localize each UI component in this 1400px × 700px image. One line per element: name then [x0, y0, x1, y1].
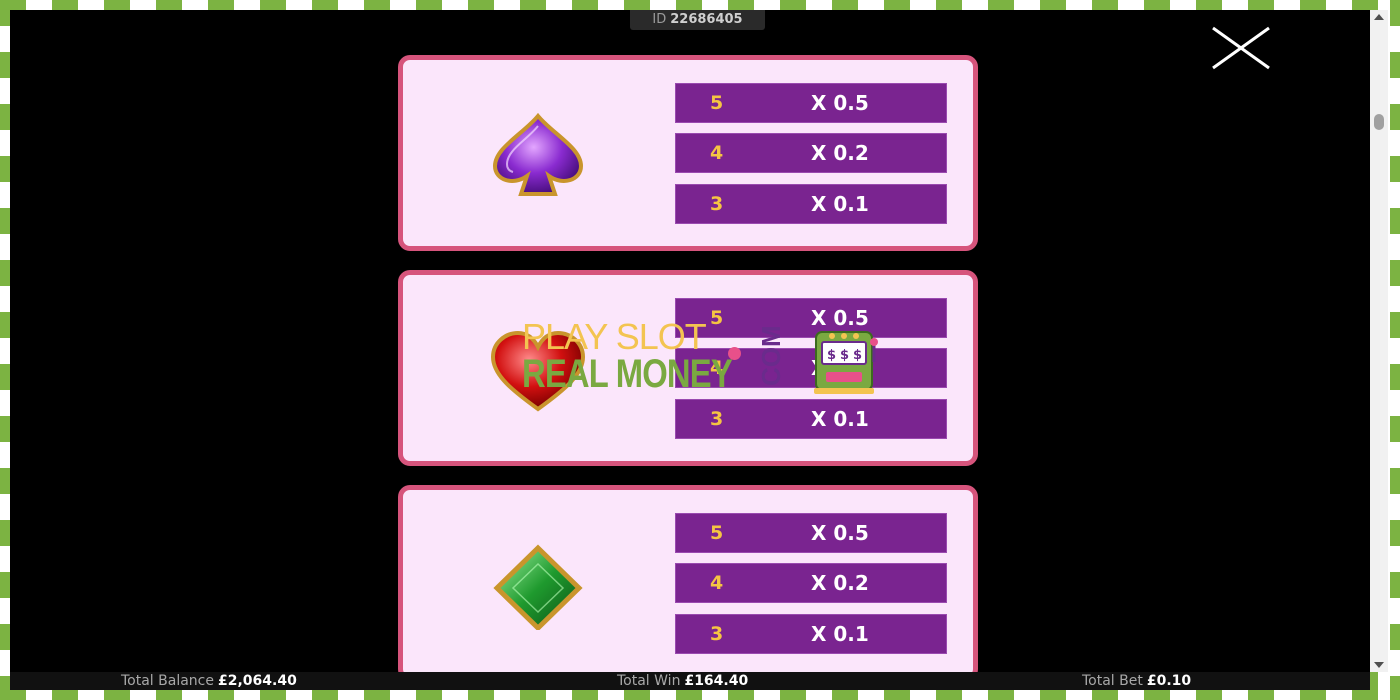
game-screen: ID 22686405 5 X 0.5 4 X 0.2 3 X 0.1 5 X … [10, 10, 1370, 690]
pay-row: 4 X 0.2 [675, 563, 947, 603]
pay-multiplier: X 0.1 [811, 407, 869, 431]
paytable-card-diamond: 5 X 0.5 4 X 0.2 3 X 0.1 [398, 485, 978, 681]
total-bet-value: £0.10 [1146, 673, 1192, 689]
pay-multiplier: X 0.2 [811, 356, 869, 380]
status-footer: Total Balance £2,064.40 Total Win £164.40 … [10, 672, 1370, 690]
pay-count: 5 [710, 522, 724, 544]
scroll-thumb[interactable] [1374, 114, 1384, 130]
total-balance-label: Total Balance [121, 673, 214, 689]
pay-row: 3 X 0.1 [675, 184, 947, 224]
total-win: Total Win £164.40 [617, 672, 748, 690]
frame-right-border [1390, 0, 1400, 700]
pay-row: 4 X 0.2 [675, 133, 947, 173]
pay-count: 3 [710, 193, 724, 215]
frame-left-border [0, 0, 10, 700]
pay-multiplier: X 0.2 [811, 571, 869, 595]
game-id-badge: ID 22686405 [630, 10, 765, 30]
pay-row: 3 X 0.1 [675, 399, 947, 439]
game-id-label: ID [652, 12, 667, 27]
paytable-card-heart: 5 X 0.5 4 X 0.2 3 X 0.1 [398, 270, 978, 466]
close-icon [1212, 26, 1270, 70]
pay-multiplier: X 0.1 [811, 192, 869, 216]
scroll-down-arrow-icon[interactable] [1374, 662, 1384, 668]
pay-multiplier: X 0.1 [811, 622, 869, 646]
diamond-gem-icon [483, 540, 593, 632]
heart-gem-icon [483, 325, 593, 415]
pay-row: 5 X 0.5 [675, 298, 947, 338]
pay-multiplier: X 0.5 [811, 306, 869, 330]
total-bet: Total Bet £0.10 [1082, 672, 1191, 690]
pay-count: 5 [710, 307, 724, 329]
pay-count: 3 [710, 623, 724, 645]
spade-gem-icon [483, 110, 593, 200]
vertical-scrollbar[interactable] [1370, 10, 1388, 672]
pay-count: 5 [710, 92, 724, 114]
pay-row: 5 X 0.5 [675, 513, 947, 553]
pay-multiplier: X 0.5 [811, 521, 869, 545]
total-win-label: Total Win [617, 673, 681, 689]
pay-row: 5 X 0.5 [675, 83, 947, 123]
total-balance: Total Balance £2,064.40 [121, 672, 297, 690]
total-bet-label: Total Bet [1082, 673, 1143, 689]
pay-count: 4 [710, 142, 724, 164]
pay-count: 4 [710, 357, 724, 379]
pay-multiplier: X 0.5 [811, 91, 869, 115]
total-win-value: £164.40 [684, 673, 749, 689]
scroll-up-arrow-icon[interactable] [1374, 14, 1384, 20]
pay-count: 4 [710, 572, 724, 594]
pay-row: 4 X 0.2 [675, 348, 947, 388]
paytable-card-spade: 5 X 0.5 4 X 0.2 3 X 0.1 [398, 55, 978, 251]
game-id-value: 22686405 [670, 12, 743, 27]
pay-row: 3 X 0.1 [675, 614, 947, 654]
close-button[interactable] [1208, 24, 1274, 72]
pay-multiplier: X 0.2 [811, 141, 869, 165]
pay-count: 3 [710, 408, 724, 430]
total-balance-value: £2,064.40 [217, 673, 297, 689]
